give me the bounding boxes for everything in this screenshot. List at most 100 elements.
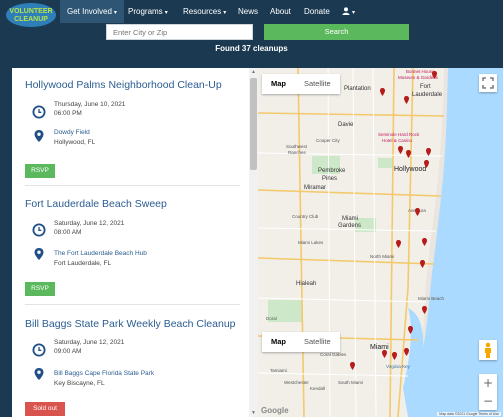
map-label: Miami Beach [418,296,445,301]
user-icon [342,7,350,15]
map-pin[interactable] [396,240,401,248]
city-zip-input[interactable] [106,24,253,40]
map-pin[interactable] [422,238,427,246]
results-count: Found 37 cleanups [215,44,288,53]
map-pin[interactable] [380,88,385,96]
map-label: Virginia Key [386,364,410,369]
map-label: Miami Lakes [298,240,324,245]
map-label: Gardens [338,223,362,229]
map-label: Bonnet House [406,69,435,74]
user-menu[interactable]: ▾ [342,0,355,23]
event-venue-link[interactable]: Dowdy Field [54,129,90,136]
event-title-link[interactable]: Fort Lauderdale Beach Sweep [25,198,167,210]
search-bar: Search [0,23,503,41]
nav-get-involved[interactable]: Get Involved ▾ [60,0,124,23]
map-pin[interactable] [420,260,425,268]
list-scrollbar[interactable]: ▲ ▼ [249,68,258,417]
map-label: Pembroke [318,168,346,174]
clock-icon [32,343,46,357]
event-city: Fort Lauderdale, FL [54,260,112,267]
scroll-up-arrow-icon[interactable]: ▲ [251,69,256,75]
map-label: Coral Gables [320,352,347,357]
map-marker-icon [34,248,44,260]
map-label: Southwest [286,144,308,149]
nav-about[interactable]: About [270,0,291,23]
satellite-view-button[interactable]: Satellite [295,74,340,94]
map-pin[interactable] [406,150,411,158]
map-marker-icon [34,130,44,142]
event-title-link[interactable]: Bill Baggs State Park Weekly Beach Clean… [25,318,236,330]
top-navigation-bar: VOLUNTEER CLEANUP Get Involved ▾ Programs… [0,0,503,27]
scroll-thumb[interactable] [250,78,257,170]
sold-out-button[interactable]: Sold out [25,402,65,416]
scroll-down-arrow-icon[interactable]: ▼ [251,410,256,416]
map-pin[interactable] [404,96,409,104]
map-pin[interactable] [408,326,413,334]
map-label: Pines [322,176,338,182]
event-date: Saturday, June 12, 2021 [54,220,125,227]
cleanup-list[interactable]: Hollywood Palms Neighborhood Clean-Up Th… [12,68,249,417]
zoom-out-button[interactable]: − [479,392,497,410]
event-venue-link[interactable]: Bill Baggs Cape Florida State Park [54,370,154,377]
map-label: Miami [342,216,358,222]
nav-programs[interactable]: Programs ▾ [128,0,168,23]
search-button[interactable]: Search [264,24,409,40]
svg-text:CLEANUP: CLEANUP [14,16,48,23]
map-label: Hotel & Casino [382,138,413,143]
map-pin[interactable] [432,71,437,79]
nav-resources[interactable]: Resources ▾ [183,0,226,23]
map-view-button[interactable]: Map [262,74,295,94]
map-pin[interactable] [415,208,420,216]
map-pin[interactable] [392,352,397,360]
event-time: 09:00 AM [54,348,82,355]
nav-donate[interactable]: Donate [304,0,330,23]
fullscreen-button[interactable] [479,74,497,92]
cleanup-map[interactable]: Plantation Fort Lauderdale Bonnet House … [258,68,503,417]
map-view-button[interactable]: Map [262,332,295,352]
map-pin[interactable] [424,160,429,168]
google-logo: Google [261,406,289,415]
svg-text:VOLUNTEER: VOLUNTEER [9,8,52,15]
map-label: Hollywood [394,166,427,173]
map-label: Hialeah [296,281,317,287]
event-venue-link[interactable]: The Fort Lauderdale Beach Hub [54,250,147,257]
divider [25,304,240,305]
map-label: Westchester [284,380,309,385]
map-label: North Miami [370,254,395,259]
event-time: 06:00 PM [54,110,82,117]
event-time: 08:00 AM [54,229,82,236]
map-pin[interactable] [426,148,431,156]
map-pin[interactable] [404,348,409,356]
rsvp-button[interactable]: RSVP [25,282,55,296]
map-label: Fort [420,84,431,90]
map-label: Lauderdale [412,92,443,98]
event-date: Thursday, June 10, 2021 [54,101,126,108]
zoom-control: + − [479,374,497,410]
pegman-icon [485,342,491,358]
map-pin[interactable] [398,146,403,154]
clock-icon [32,105,46,119]
map-label: Davie [338,122,354,128]
map-pin[interactable] [382,350,387,358]
map-label: Country Club [292,214,319,219]
map-label: Kendall [310,386,326,391]
fullscreen-icon [482,77,494,89]
street-view-button[interactable] [479,340,497,360]
map-label: Tamiami [270,368,287,373]
event-city: Hollywood, FL [54,139,96,146]
map-label: Ranches [288,150,306,155]
map-base [258,68,503,417]
map-label: South Miami [338,380,364,385]
map-label: Seminole Hard Rock [378,132,420,137]
clock-icon [32,223,46,237]
satellite-view-button[interactable]: Satellite [295,332,340,352]
map-type-toggle: Map Satellite [262,74,340,94]
event-city: Key Biscayne, FL [54,380,105,387]
zoom-in-button[interactable]: + [479,374,497,392]
rsvp-button[interactable]: RSVP [25,164,55,178]
event-title-link[interactable]: Hollywood Palms Neighborhood Clean-Up [25,79,222,91]
map-pin[interactable] [350,362,355,370]
map-attribution[interactable]: Map data ©2021 Google Terms of Use [437,412,501,416]
map-pin[interactable] [422,306,427,314]
nav-news[interactable]: News [238,0,258,23]
